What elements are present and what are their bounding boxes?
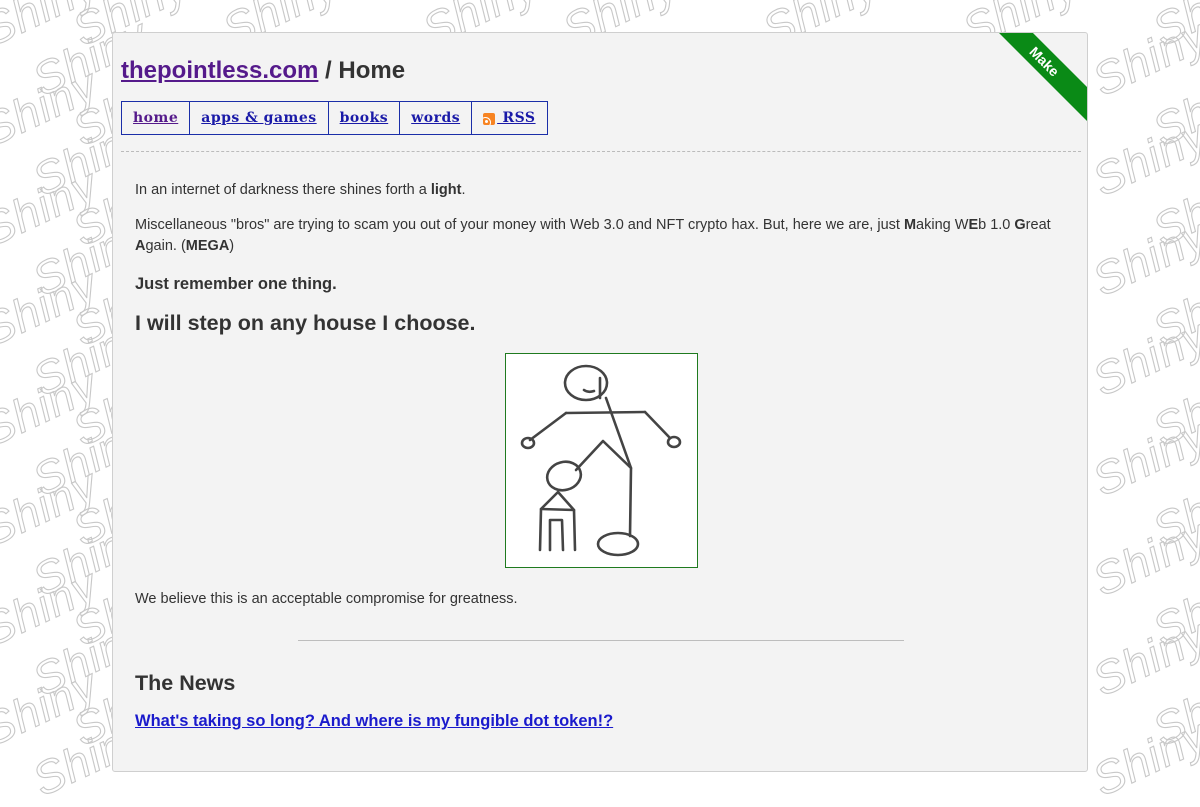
mega-paragraph: Miscellaneous "bros" are trying to scam … [135, 215, 1075, 257]
mega-letter-a: A [135, 238, 146, 254]
nav-words[interactable]: words [400, 102, 473, 134]
title-separator: / [318, 57, 339, 84]
news-heading: The News [135, 671, 236, 695]
section-divider [298, 640, 904, 641]
header-divider [121, 151, 1081, 152]
page-title: thepointless.com / Home [121, 57, 405, 85]
step-heading: I will step on any house I choose. [135, 311, 476, 335]
intro-paragraph: In an internet of darkness there shines … [135, 180, 465, 201]
compromise-paragraph: We believe this is an acceptable comprom… [135, 591, 518, 607]
mega-letter-g: G [1014, 217, 1026, 233]
intro-end: . [461, 182, 466, 198]
page-container: Make thepointless.com / Home home apps &… [112, 32, 1088, 772]
site-home-link[interactable]: thepointless.com [121, 57, 318, 84]
stick-figure-image [505, 353, 698, 568]
ribbon-label[interactable]: Make [986, 33, 1087, 127]
mega-acronym: MEGA [185, 238, 230, 254]
intro-text: In an internet of darkness there shines … [135, 182, 431, 198]
remember-heading: Just remember one thing. [135, 275, 337, 293]
nav-rss[interactable]: RSS [472, 102, 546, 134]
intro-bold-light: light [430, 182, 462, 198]
mega-letter-e: E [968, 217, 979, 233]
mega-text-f: ) [229, 238, 235, 254]
page-name: Home [338, 57, 406, 84]
nav-rss-label: RSS [497, 110, 536, 126]
mega-letter-m: M [903, 217, 917, 233]
stick-figure-drawing [520, 364, 682, 557]
mega-text-b: aking W [916, 217, 969, 233]
nav-apps-games[interactable]: apps & games [190, 102, 329, 134]
rss-icon [483, 112, 496, 125]
news-article-link[interactable]: What's taking so long? And where is my f… [135, 712, 613, 731]
nav-books[interactable]: books [329, 102, 401, 134]
mega-text-a: Miscellaneous "bros" are trying to scam … [135, 217, 904, 233]
corner-ribbon[interactable]: Make [977, 33, 1087, 143]
nav-home[interactable]: home [122, 102, 191, 134]
mega-text-c: b 1.0 [978, 217, 1015, 233]
mega-text-e: gain. ( [145, 238, 186, 254]
main-nav: home apps & games books words RSS [121, 101, 548, 135]
mega-text-d: reat [1025, 217, 1051, 233]
